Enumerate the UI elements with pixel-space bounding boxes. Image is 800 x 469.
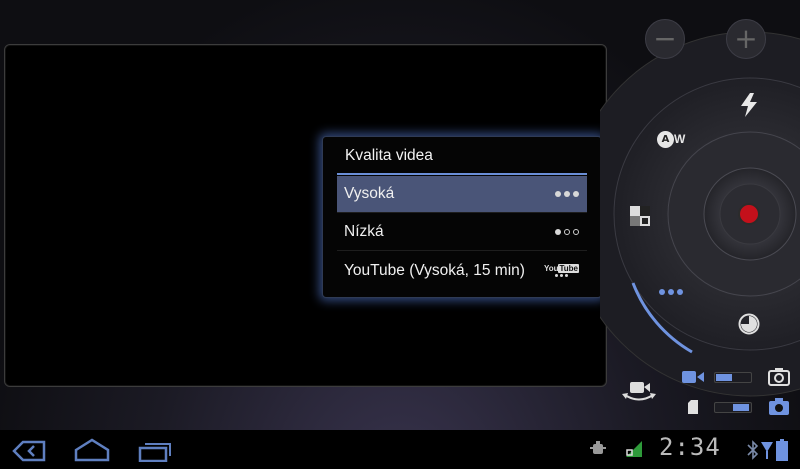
popup-divider <box>337 173 587 175</box>
video-quality-popup: Kvalita videa Vysoká Nízká YouTube (Vyso… <box>322 136 602 298</box>
video-quality-icon[interactable] <box>659 289 683 295</box>
storage-toggle[interactable] <box>714 401 752 413</box>
quality-option-low[interactable]: Nízká <box>337 214 587 251</box>
wifi-icon <box>626 441 642 457</box>
quality-option-label: Nízká <box>344 223 384 240</box>
camera-switch-icon[interactable] <box>622 380 656 404</box>
quality-option-label: YouTube (Vysoká, 15 min) <box>344 261 525 279</box>
usb-debug-icon <box>590 441 606 454</box>
youtube-icon: YouTube <box>544 263 579 277</box>
time-lapse-icon[interactable] <box>738 313 760 335</box>
panorama-camera-icon[interactable] <box>768 398 790 416</box>
mode-toggle[interactable] <box>714 371 752 383</box>
popup-title: Kvalita videa <box>345 147 433 164</box>
zoom-in-button[interactable]: + <box>726 19 766 59</box>
home-icon[interactable] <box>74 438 110 462</box>
zoom-out-button[interactable]: − <box>645 19 685 59</box>
quality-option-youtube[interactable]: YouTube (Vysoká, 15 min) YouTube <box>337 252 587 289</box>
flash-icon[interactable] <box>738 92 760 118</box>
status-clock[interactable]: 2:34 <box>659 433 721 461</box>
quality-option-high[interactable]: Vysoká <box>337 176 587 213</box>
color-effect-icon[interactable] <box>630 206 650 226</box>
quality-low-icon <box>555 229 579 235</box>
white-balance-icon[interactable]: A W <box>657 131 689 149</box>
video-mode-icon[interactable] <box>682 370 704 384</box>
record-button[interactable] <box>738 203 760 225</box>
quality-high-icon <box>555 191 579 197</box>
video-mode-switch-row <box>682 368 790 386</box>
battery-icon <box>776 439 788 461</box>
storage-switch-row <box>688 398 790 416</box>
back-icon[interactable] <box>12 440 46 462</box>
bluetooth-icon <box>747 440 759 460</box>
camera-mode-icon[interactable] <box>768 368 790 386</box>
quality-option-label: Vysoká <box>344 185 395 202</box>
sd-card-icon <box>688 400 698 414</box>
signal-icon <box>761 442 773 459</box>
recent-apps-icon[interactable] <box>138 440 172 462</box>
